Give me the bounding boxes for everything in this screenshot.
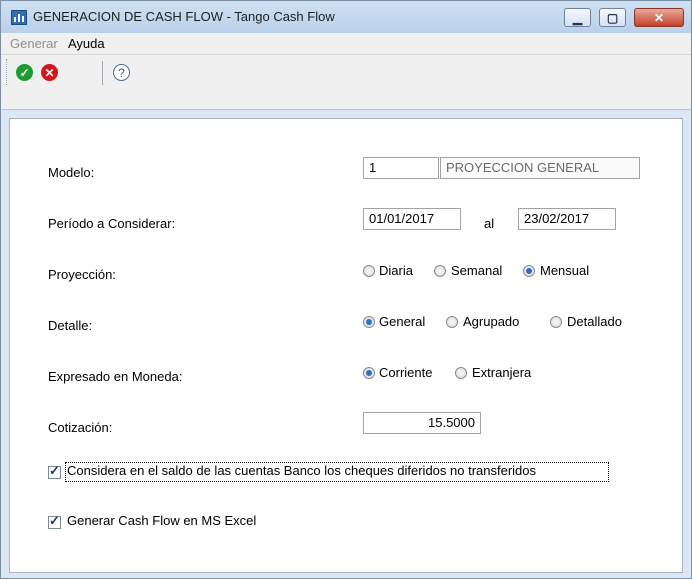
minimize-icon: ▁: [572, 10, 583, 25]
periodo-label: Período a Considerar:: [48, 216, 176, 231]
radio-extranjera-label[interactable]: Extranjera: [472, 365, 531, 380]
minimize-button[interactable]: ▁: [564, 8, 591, 27]
title-bar[interactable]: GENERACION DE CASH FLOW - Tango Cash Flo…: [1, 1, 691, 33]
detalle-label: Detalle:: [48, 318, 93, 333]
proyeccion-label: Proyección:: [48, 267, 116, 282]
radio-agrupado-label[interactable]: Agrupado: [463, 314, 519, 329]
close-icon: ✕: [653, 10, 665, 25]
modelo-name-field: PROYECCION GENERAL: [440, 157, 640, 179]
cancel-icon: ✕: [44, 65, 55, 80]
radio-detallado-label[interactable]: Detallado: [567, 314, 622, 329]
modelo-code-input[interactable]: 1: [363, 157, 439, 179]
radio-semanal[interactable]: [434, 265, 446, 277]
close-button[interactable]: ✕: [634, 8, 684, 27]
accept-button[interactable]: ✓: [16, 64, 33, 81]
radio-corriente-label[interactable]: Corriente: [379, 365, 432, 380]
radio-corriente[interactable]: [363, 367, 375, 379]
window-title: GENERACION DE CASH FLOW - Tango Cash Flo…: [33, 9, 335, 24]
periodo-desde-input[interactable]: 01/01/2017: [363, 208, 461, 230]
help-icon: ?: [118, 65, 125, 80]
menu-generar[interactable]: Generar: [10, 36, 58, 51]
maximize-icon: ▢: [606, 10, 619, 25]
excel-checkbox[interactable]: [48, 513, 61, 529]
toolbar-grip[interactable]: [6, 59, 9, 85]
menu-bar: Generar Ayuda: [1, 33, 691, 55]
radio-diaria-label[interactable]: Diaria: [379, 263, 413, 278]
moneda-label: Expresado en Moneda:: [48, 369, 183, 384]
cotizacion-label: Cotización:: [48, 420, 113, 435]
form-panel: Modelo: 1 PROYECCION GENERAL Período a C…: [9, 118, 683, 573]
radio-general[interactable]: [363, 316, 375, 328]
cotizacion-input[interactable]: 15.5000: [363, 412, 481, 434]
radio-mensual[interactable]: [523, 265, 535, 277]
radio-extranjera[interactable]: [455, 367, 467, 379]
radio-diaria[interactable]: [363, 265, 375, 277]
cheques-label[interactable]: Considera en el saldo de las cuentas Ban…: [67, 463, 536, 478]
radio-detallado[interactable]: [550, 316, 562, 328]
help-button[interactable]: ?: [113, 64, 130, 81]
modelo-label: Modelo:: [48, 165, 95, 180]
app-chart-icon: [11, 10, 27, 25]
cheques-checkbox[interactable]: [48, 463, 61, 479]
periodo-al-label: al: [484, 216, 495, 231]
menu-ayuda[interactable]: Ayuda: [68, 36, 105, 51]
cancel-button[interactable]: ✕: [41, 64, 58, 81]
radio-semanal-label[interactable]: Semanal: [451, 263, 502, 278]
cash-flow-window: GENERACION DE CASH FLOW - Tango Cash Flo…: [0, 0, 692, 579]
radio-mensual-label[interactable]: Mensual: [540, 263, 589, 278]
radio-agrupado[interactable]: [446, 316, 458, 328]
check-icon: ✓: [19, 65, 30, 80]
maximize-button[interactable]: ▢: [599, 8, 626, 27]
toolbar-separator: [102, 61, 103, 85]
radio-general-label[interactable]: General: [379, 314, 425, 329]
periodo-hasta-input[interactable]: 23/02/2017: [518, 208, 616, 230]
toolbar: ✓ ✕ ?: [1, 55, 691, 110]
excel-label[interactable]: Generar Cash Flow en MS Excel: [67, 513, 256, 528]
